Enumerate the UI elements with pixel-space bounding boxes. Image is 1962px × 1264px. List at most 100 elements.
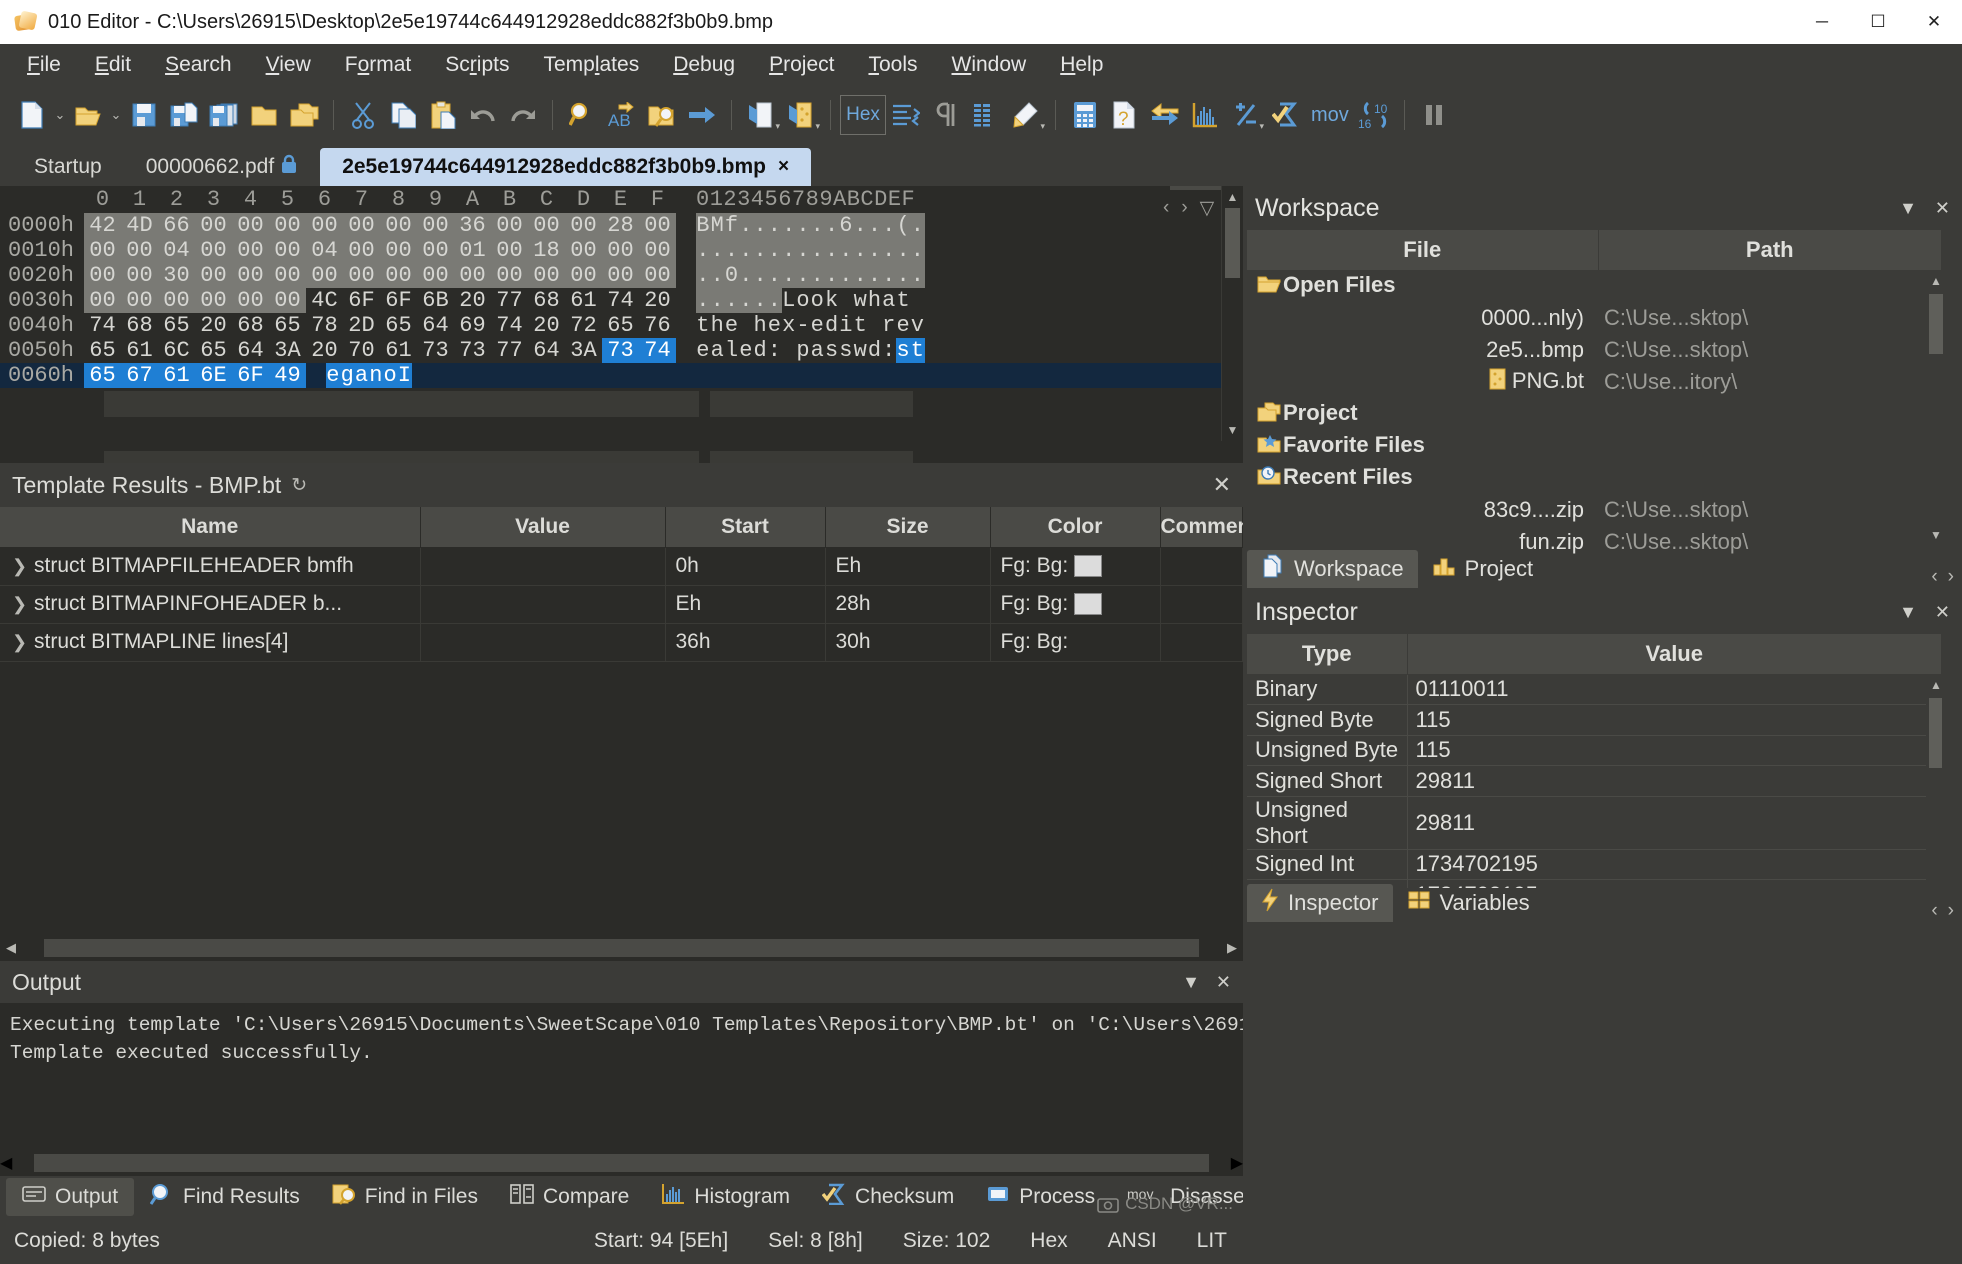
hex-ascii-char[interactable]: e xyxy=(696,338,710,363)
replace-icon[interactable]: AB xyxy=(602,93,642,137)
hex-ascii-char[interactable]: . xyxy=(753,263,767,288)
hex-byte[interactable]: 49 xyxy=(269,363,306,388)
hex-ascii-char[interactable]: . xyxy=(739,263,753,288)
hex-ascii-char[interactable]: . xyxy=(882,238,896,263)
goto-icon[interactable] xyxy=(682,93,722,137)
hex-byte[interactable]: 4D xyxy=(121,213,158,238)
workspace-tab-project[interactable]: Project xyxy=(1418,550,1547,588)
inspector-scroll-up[interactable]: ▲ xyxy=(1926,674,1942,696)
hex-byte[interactable]: 61 xyxy=(565,288,602,313)
hex-byte[interactable]: 00 xyxy=(639,238,676,263)
menu-item-templates[interactable]: Templates xyxy=(526,49,656,81)
hex-byte[interactable]: 00 xyxy=(602,263,639,288)
hex-byte[interactable]: 00 xyxy=(491,213,528,238)
hex-ascii-char[interactable]: . xyxy=(825,213,839,238)
hex-ascii-char[interactable] xyxy=(739,313,753,338)
expand-arrow-icon[interactable]: ❯ xyxy=(12,556,27,577)
find-icon[interactable] xyxy=(562,93,602,137)
hex-byte[interactable]: 72 xyxy=(565,313,602,338)
template-row-color[interactable]: Fg: Bg: xyxy=(990,547,1160,585)
hex-scroll-up-arrow[interactable]: ▲ xyxy=(1222,186,1243,208)
workspace-close-icon[interactable]: ✕ xyxy=(1935,198,1950,219)
hex-ascii-char[interactable]: . xyxy=(767,288,781,313)
save-as-icon[interactable] xyxy=(164,93,204,137)
inspector-close-icon[interactable]: ✕ xyxy=(1935,602,1950,623)
hex-byte[interactable]: 00 xyxy=(232,288,269,313)
hex-byte[interactable]: 00 xyxy=(343,263,380,288)
hex-byte[interactable]: 65 xyxy=(195,338,232,363)
hex-ascii-char[interactable]: w xyxy=(853,288,867,313)
workspace-row[interactable]: 83c9....zipC:\Use...sktop\ xyxy=(1247,494,1942,526)
hex-byte[interactable]: 00 xyxy=(639,263,676,288)
hex-byte[interactable]: 6F xyxy=(343,288,380,313)
hex-ascii-char[interactable]: . xyxy=(810,213,824,238)
hex-byte[interactable]: 00 xyxy=(380,213,417,238)
cut-icon[interactable] xyxy=(343,93,383,137)
hex-byte[interactable]: 00 xyxy=(528,213,565,238)
hex-ascii-char[interactable]: a xyxy=(710,338,724,363)
hex-byte[interactable]: 68 xyxy=(121,313,158,338)
highlight-icon[interactable]: ▾ xyxy=(1006,93,1046,137)
hex-ascii-char[interactable]: n xyxy=(369,363,383,388)
status-charset[interactable]: ANSI xyxy=(1108,1229,1157,1253)
hex-byte[interactable]: 67 xyxy=(121,363,158,388)
template-results-table[interactable]: NameValueStartSizeColorComment ❯struct B… xyxy=(0,507,1243,662)
hex-byte[interactable]: 61 xyxy=(158,363,195,388)
hex-ascii-char[interactable]: . xyxy=(896,238,910,263)
hex-ascii-char[interactable]: . xyxy=(896,263,910,288)
hex-byte[interactable]: 68 xyxy=(232,313,269,338)
hex-ascii-char[interactable]: . xyxy=(782,238,796,263)
inspector-tab-variables[interactable]: Variables xyxy=(1393,884,1544,922)
hex-ascii-char[interactable]: v xyxy=(910,313,924,338)
workspace-scroll-thumb[interactable] xyxy=(1929,294,1943,354)
inspector-row-value[interactable]: 115 xyxy=(1407,705,1942,736)
output-collapse-icon[interactable]: ▼ xyxy=(1182,972,1200,993)
hex-ascii-char[interactable]: . xyxy=(782,263,796,288)
hex-byte[interactable]: 20 xyxy=(306,338,343,363)
hex-ascii-char[interactable]: r xyxy=(882,313,896,338)
inspector-row-value[interactable]: 115 xyxy=(1407,735,1942,766)
hex-byte[interactable]: 64 xyxy=(417,313,454,338)
hex-editor-pane[interactable]: 0123456789ABCDEF0123456789ABCDEF0000h424… xyxy=(0,186,1243,463)
hex-byte[interactable]: 00 xyxy=(195,263,232,288)
workspace-row-file[interactable]: 2e5...bmp xyxy=(1247,334,1598,366)
new-file-dropdown[interactable]: ⌄ xyxy=(52,93,68,137)
inspector-col-type[interactable]: Type xyxy=(1247,634,1407,674)
inspector-body[interactable]: TypeValue Binary01110011Signed Byte115Un… xyxy=(1247,634,1942,888)
hex-ascii-char[interactable]: e xyxy=(767,313,781,338)
hex-ascii-char[interactable]: . xyxy=(810,238,824,263)
hex-ascii-cells[interactable]: ..0............. xyxy=(696,263,925,288)
menu-item-edit[interactable]: Edit xyxy=(78,49,148,81)
inspector-tab-inspector[interactable]: Inspector xyxy=(1247,884,1393,922)
hex-byte[interactable]: 65 xyxy=(158,313,195,338)
hex-ascii-char[interactable]: t xyxy=(696,313,710,338)
hex-row[interactable]: 0030h0000000000004C6F6F6B207768617420...… xyxy=(0,288,1221,313)
hex-byte[interactable]: 74 xyxy=(84,313,121,338)
workspace-row-file[interactable]: 0000...nly) xyxy=(1247,302,1598,334)
hex-ascii-char[interactable]: . xyxy=(767,238,781,263)
hex-row[interactable]: 0050h65616C65643A207061737377643A7374eal… xyxy=(0,338,1221,363)
hscroll-left-arrow[interactable]: ◀ xyxy=(0,940,22,956)
hex-ascii-char[interactable]: : xyxy=(767,338,781,363)
bottom-tab-checksum[interactable]: Checksum xyxy=(806,1178,970,1216)
hex-ascii-char[interactable]: . xyxy=(796,213,810,238)
hex-ascii-char[interactable] xyxy=(868,313,882,338)
hex-byte[interactable]: 00 xyxy=(491,263,528,288)
hex-ascii-char[interactable]: d xyxy=(753,338,767,363)
hex-byte[interactable]: 00 xyxy=(158,288,195,313)
new-file-icon[interactable] xyxy=(12,93,52,137)
hex-row[interactable]: 0040h746865206865782D6564697420726576the… xyxy=(0,313,1221,338)
template-row-name[interactable]: ❯struct BITMAPFILEHEADER bmfh xyxy=(0,547,420,585)
output-hscrollbar[interactable]: ◀ ▶ xyxy=(0,1150,1243,1176)
expand-arrow-icon[interactable]: ❯ xyxy=(12,632,27,653)
hex-ascii-char[interactable]: h xyxy=(710,313,724,338)
status-endian[interactable]: LIT xyxy=(1197,1229,1227,1253)
hscroll-track[interactable] xyxy=(44,939,1199,957)
workspace-row[interactable]: PNG.btC:\Use...itory\ xyxy=(1247,366,1942,398)
hex-byte[interactable]: 00 xyxy=(639,213,676,238)
hex-byte[interactable]: 04 xyxy=(158,238,195,263)
workspace-row[interactable]: Favorite Files xyxy=(1247,430,1942,462)
hex-row[interactable]: 0020h00003000000000000000000000000000..0… xyxy=(0,263,1221,288)
hex-row[interactable]: 0060h6567616E6F49eganoI xyxy=(0,363,1221,388)
close-button[interactable]: ✕ xyxy=(1906,0,1962,44)
